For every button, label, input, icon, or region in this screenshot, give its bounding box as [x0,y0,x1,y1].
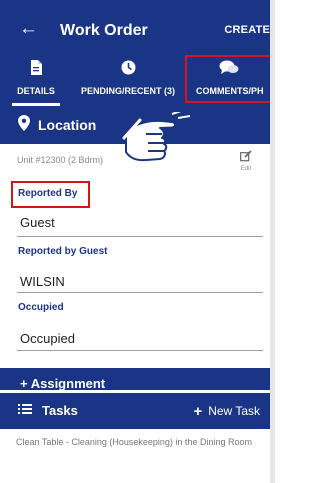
tab-details[interactable]: DETAILS [6,54,66,106]
tasks-header: Tasks + New Task [0,393,270,429]
new-task-button[interactable]: + New Task [193,403,260,420]
list-icon [18,402,32,420]
occupied-label: Occupied [18,302,64,313]
occupied-field[interactable]: Occupied [20,331,75,346]
tab-pending-label: PENDING/RECENT (3) [80,86,175,96]
clock-icon [72,60,184,80]
location-title: Location [38,117,97,133]
tab-pending-recent[interactable]: PENDING/RECENT (3) [72,54,184,106]
work-order-screen: ← Work Order CREATE DETAILS PENDING/RECE… [0,0,270,483]
create-button[interactable]: CREATE [224,24,270,36]
new-task-label: New Task [208,404,260,418]
app-bar: ← Work Order CREATE [0,0,270,60]
tasks-title: Tasks [42,403,78,418]
field-underline [17,292,263,293]
plus-icon: + [193,403,203,420]
assignment-title: + Assignment [20,376,106,390]
edit-label[interactable]: Edit [234,166,258,172]
reported-by-guest-label: Reported by Guest [18,246,108,257]
highlight-box-reported-by [11,181,90,208]
arrow-left-icon[interactable]: ← [19,18,38,40]
page-title: Work Order [60,22,148,39]
field-underline [17,236,263,237]
document-icon [6,60,66,80]
reported-by-field[interactable]: Guest [20,215,55,230]
highlight-box-comments [185,55,270,103]
edit-icon[interactable] [236,149,256,167]
unit-text: Unit #12300 (2 Bdrm) [17,155,104,165]
field-underline [17,350,263,351]
location-pin-icon [18,115,30,136]
reported-by-guest-field[interactable]: WILSIN [20,274,65,289]
assignment-header[interactable]: + Assignment [0,368,270,390]
tab-details-label: DETAILS [17,86,55,96]
screen-edge [270,0,275,483]
hand-pointer-icon [120,109,192,175]
list-item[interactable]: Clean Table - Cleaning (Housekeeping) in… [16,436,256,449]
